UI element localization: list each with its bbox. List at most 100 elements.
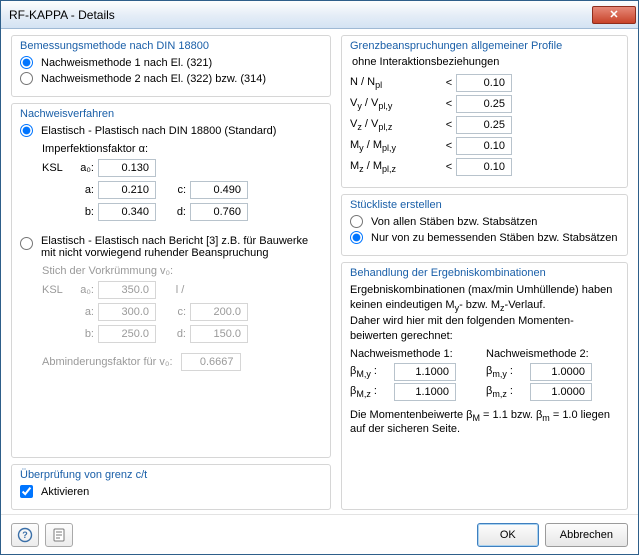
abm-value: 0.6667	[181, 353, 241, 371]
limit-mz-name: Mz / Mpl,z	[350, 160, 442, 174]
bmz2-value[interactable]: 1.0000	[530, 383, 592, 401]
lt-icon: <	[442, 77, 456, 89]
a0-2-value: 350.0	[98, 281, 156, 299]
a0-value[interactable]: 0.130	[98, 159, 156, 177]
a0-2-label: a₀:	[74, 284, 94, 296]
ok-button[interactable]: OK	[477, 523, 539, 547]
rc-text: Ergebniskombinationen (max/min Umhüllend…	[350, 283, 619, 344]
b-value[interactable]: 0.340	[98, 203, 156, 221]
radio-ee-input[interactable]	[20, 237, 33, 250]
limit-row-n: N / Npl < 0.10	[350, 74, 619, 92]
imperfection-table: KSL a₀: 0.130 a: 0.210 c: 0.490 b:	[42, 157, 322, 223]
group-procedure: Nachweisverfahren Elastisch - Plastisch …	[11, 103, 331, 458]
radio-stl-all-input[interactable]	[350, 215, 363, 228]
svg-text:?: ?	[22, 530, 28, 540]
a0-label: a₀:	[74, 162, 94, 174]
radio-ep-label: Elastisch - Plastisch nach DIN 18800 (St…	[41, 125, 276, 137]
limit-my-name: My / Mpl,y	[350, 139, 442, 153]
limit-n-value[interactable]: 0.10	[456, 74, 512, 92]
radio-stl-designed[interactable]: Nur von zu bemessenden Stäben bzw. Stabs…	[350, 231, 619, 244]
b-2-label: b:	[74, 328, 94, 340]
radio-method-1-input[interactable]	[20, 56, 33, 69]
help-icon: ?	[17, 527, 33, 543]
group-stueckliste: Stückliste erstellen Von allen Stäben bz…	[341, 194, 628, 256]
bmy-label: βM,y :	[350, 365, 388, 379]
group-ct: Überprüfung von grenz c/t Aktivieren	[11, 464, 331, 510]
radio-stl-all[interactable]: Von allen Stäben bzw. Stabsätzen	[350, 215, 619, 228]
legend-stueckliste: Stückliste erstellen	[350, 199, 619, 211]
legend-ct: Überprüfung von grenz c/t	[20, 469, 322, 481]
d-label: d:	[160, 206, 186, 218]
rc-col-2: Nachweismethode 2: βm,y :1.0000 βm,z :1.…	[486, 348, 592, 403]
dialog-window: RF-KAPPA - Details ✕ Bemessungsmethode n…	[0, 0, 639, 555]
limit-my-value[interactable]: 0.10	[456, 137, 512, 155]
radio-ep[interactable]: Elastisch - Plastisch nach DIN 18800 (St…	[20, 124, 322, 137]
limit-row-my: My / Mpl,y < 0.10	[350, 137, 619, 155]
limit-vy-value[interactable]: 0.25	[456, 95, 512, 113]
vorkruemmung-table: KSL a₀: 350.0 l / a: 300.0 c: 200.0	[42, 279, 322, 345]
radio-stl-all-label: Von allen Stäben bzw. Stabsätzen	[371, 216, 537, 228]
legend-design-method: Bemessungsmethode nach DIN 18800	[20, 40, 322, 52]
c-2-value: 200.0	[190, 303, 248, 321]
radio-method-2-label: Nachweismethode 2 nach El. (322) bzw. (3…	[41, 73, 266, 85]
rc-h1: Nachweismethode 1:	[350, 348, 456, 360]
a-value[interactable]: 0.210	[98, 181, 156, 199]
imperfection-label: Imperfektionsfaktor α:	[42, 143, 322, 155]
check-activate-input[interactable]	[20, 485, 33, 498]
rc-h2: Nachweismethode 2:	[486, 348, 592, 360]
limits-sub: ohne Interaktionsbeziehungen	[352, 56, 619, 68]
notes-icon	[51, 527, 67, 543]
help-button[interactable]: ?	[11, 523, 39, 547]
ksl-label: KSL	[42, 162, 70, 174]
legend-rc: Behandlung der Ergebniskombinationen	[350, 267, 619, 279]
bmy2-value[interactable]: 1.0000	[530, 363, 592, 381]
radio-stl-designed-label: Nur von zu bemessenden Stäben bzw. Stabs…	[371, 232, 617, 244]
close-button[interactable]: ✕	[592, 6, 636, 24]
legend-limits: Grenzbeanspruchungen allgemeiner Profile	[350, 40, 619, 52]
legend-procedure: Nachweisverfahren	[20, 108, 322, 120]
limit-vz-value[interactable]: 0.25	[456, 116, 512, 134]
rc-columns: Nachweismethode 1: βM,y :1.1000 βM,z :1.…	[350, 348, 619, 403]
bmz-value[interactable]: 1.1000	[394, 383, 456, 401]
limit-mz-value[interactable]: 0.10	[456, 158, 512, 176]
group-design-method: Bemessungsmethode nach DIN 18800 Nachwei…	[11, 35, 331, 97]
rc-note: Die Momentenbeiwerte βM = 1.1 bzw. βm = …	[350, 409, 619, 435]
limit-row-vy: Vy / Vpl,y < 0.25	[350, 95, 619, 113]
radio-ee[interactable]: Elastisch - Elastisch nach Bericht [3] z…	[20, 235, 322, 259]
limit-row-mz: Mz / Mpl,z < 0.10	[350, 158, 619, 176]
bmz2-label: βm,z :	[486, 385, 524, 399]
radio-method-1[interactable]: Nachweismethode 1 nach El. (321)	[20, 56, 322, 69]
c-2-label: c:	[160, 306, 186, 318]
bmy-value[interactable]: 1.1000	[394, 363, 456, 381]
d-value[interactable]: 0.760	[190, 203, 248, 221]
radio-method-2[interactable]: Nachweismethode 2 nach El. (322) bzw. (3…	[20, 72, 322, 85]
left-column: Bemessungsmethode nach DIN 18800 Nachwei…	[11, 35, 331, 510]
c-label: c:	[160, 184, 186, 196]
rc-col-1: Nachweismethode 1: βM,y :1.1000 βM,z :1.…	[350, 348, 456, 403]
b-label: b:	[74, 206, 94, 218]
titlebar: RF-KAPPA - Details ✕	[1, 1, 638, 29]
window-title: RF-KAPPA - Details	[9, 8, 592, 22]
dialog-body: Bemessungsmethode nach DIN 18800 Nachwei…	[1, 29, 638, 514]
limit-n-name: N / Npl	[350, 76, 442, 90]
close-icon: ✕	[609, 8, 618, 21]
radio-ep-input[interactable]	[20, 124, 33, 137]
group-result-combos: Behandlung der Ergebniskombinationen Erg…	[341, 262, 628, 510]
limit-vz-name: Vz / Vpl,z	[350, 118, 442, 132]
lslash-label: l /	[160, 284, 200, 296]
limit-row-vz: Vz / Vpl,z < 0.25	[350, 116, 619, 134]
cancel-button[interactable]: Abbrechen	[545, 523, 628, 547]
ee-subsection: Stich der Vorkrümmung v₀: KSL a₀: 350.0 …	[20, 265, 322, 371]
radio-stl-designed-input[interactable]	[350, 231, 363, 244]
check-activate-label: Aktivieren	[41, 486, 89, 498]
a-2-value: 300.0	[98, 303, 156, 321]
right-column: Grenzbeanspruchungen allgemeiner Profile…	[341, 35, 628, 510]
stich-label: Stich der Vorkrümmung v₀:	[42, 265, 322, 277]
limit-vy-name: Vy / Vpl,y	[350, 97, 442, 111]
radio-method-2-input[interactable]	[20, 72, 33, 85]
units-button[interactable]	[45, 523, 73, 547]
d-2-value: 150.0	[190, 325, 248, 343]
check-activate[interactable]: Aktivieren	[20, 485, 322, 498]
a-label: a:	[74, 184, 94, 196]
c-value[interactable]: 0.490	[190, 181, 248, 199]
